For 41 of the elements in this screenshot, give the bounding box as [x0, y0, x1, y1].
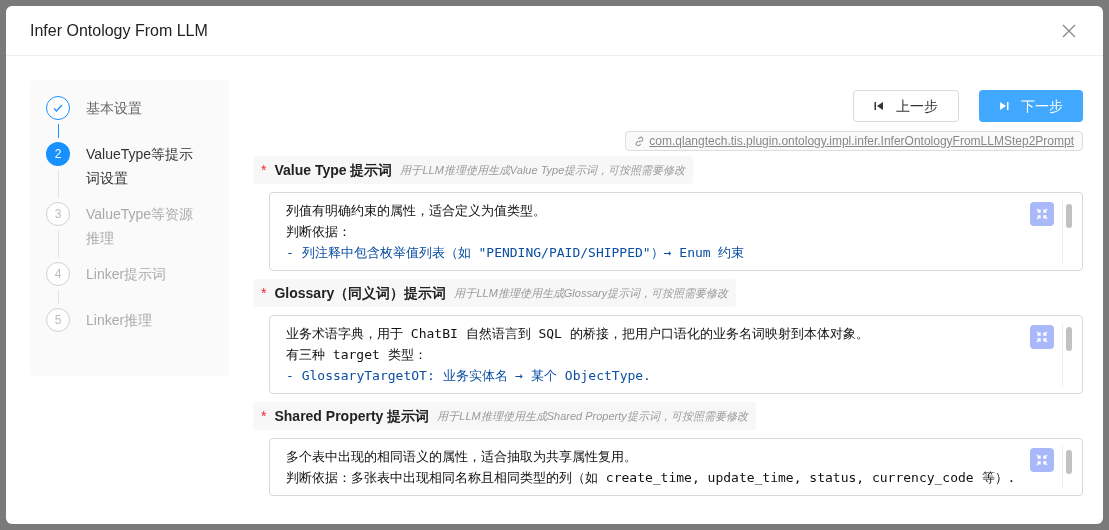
code-line: 业务术语字典，用于 ChatBI 自然语言到 SQL 的桥接，把用户口语化的业务名词映射到本体对象。: [286, 325, 870, 343]
dialog-title: Infer Ontology From LLM: [30, 20, 208, 41]
code-editor[interactable]: 多个表中出现的相同语义的属性，适合抽取为共享属性复用。 判断依据：多张表中出现相同名称且相同类型的列（如 create_time, update_time, status, currency_code 等）.: [269, 438, 1083, 496]
step-label: Linker推理: [86, 311, 154, 330]
field-hint: 用于LLM推理使用生成Value Type提示词，可按照需要修改: [400, 162, 686, 178]
code-line: - GlossaryTargetOT: 业务实体名 → 某个 ObjectType.: [286, 367, 652, 385]
step-number: 2: [46, 142, 70, 166]
skip-back-icon: [874, 101, 884, 111]
scrollbar[interactable]: [1062, 323, 1074, 386]
collapse-icon[interactable]: [1030, 202, 1054, 226]
required-mark: *: [261, 284, 267, 303]
scrollbar[interactable]: [1062, 446, 1074, 488]
scrollbar[interactable]: [1062, 200, 1074, 263]
previous-button[interactable]: 上一步: [853, 90, 959, 122]
required-mark: *: [261, 407, 267, 426]
field-hint: 用于LLM推理使用生成Glossary提示词，可按照需要修改: [454, 285, 729, 301]
step-number: 3: [46, 202, 70, 226]
field-label: Shared Property 提示词: [274, 407, 430, 426]
link-icon: [634, 135, 646, 147]
code-editor[interactable]: 列值有明确约束的属性，适合定义为值类型。 判断依据： - 列注释中包含枚举值列表（如 "PENDING/PAID/SHIPPED"）→ Enum 约束: [269, 192, 1083, 271]
step-label: 基本设置: [86, 99, 143, 118]
field-label: Glossary（同义词）提示词: [274, 284, 447, 303]
step-number: 5: [46, 308, 70, 332]
collapse-icon[interactable]: [1030, 448, 1054, 472]
plugin-link[interactable]: com.qlangtech.tis.plugin.ontology.impl.infer.InferOntologyFromLLMStep2Prompt: [625, 131, 1083, 151]
skip-forward-icon: [999, 101, 1009, 111]
step-label: ValueType等提示词设置: [86, 145, 195, 188]
code-line: 判断依据：多张表中出现相同名称且相同类型的列（如 create_time, update_time, status, currency_code 等）.: [286, 469, 1017, 487]
code-line: 判断依据：: [286, 223, 352, 241]
step-label: ValueType等资源推理: [86, 205, 195, 248]
step-label: Linker提示词: [86, 265, 168, 284]
field-hint: 用于LLM推理使用生成Shared Property提示词，可按照需要修改: [437, 408, 748, 424]
code-editor[interactable]: 业务术语字典，用于 ChatBI 自然语言到 SQL 的桥接，把用户口语化的业务名词映射到本体对象。 有三种 target 类型： - GlossaryTargetOT: 业务实体名 → 某个 ObjectType.: [269, 315, 1083, 394]
required-mark: *: [261, 161, 267, 180]
code-line: 多个表中出现的相同语义的属性，适合抽取为共享属性复用。: [286, 448, 638, 466]
field-label: Value Type 提示词: [274, 161, 393, 180]
step-number: 4: [46, 262, 70, 286]
collapse-icon[interactable]: [1030, 325, 1054, 349]
code-line: 列值有明确约束的属性，适合定义为值类型。: [286, 202, 547, 220]
code-line: 有三种 target 类型：: [286, 346, 428, 364]
code-line: - 列注释中包含枚举值列表（如 "PENDING/PAID/SHIPPED"）→ Enum 约束: [286, 244, 746, 262]
